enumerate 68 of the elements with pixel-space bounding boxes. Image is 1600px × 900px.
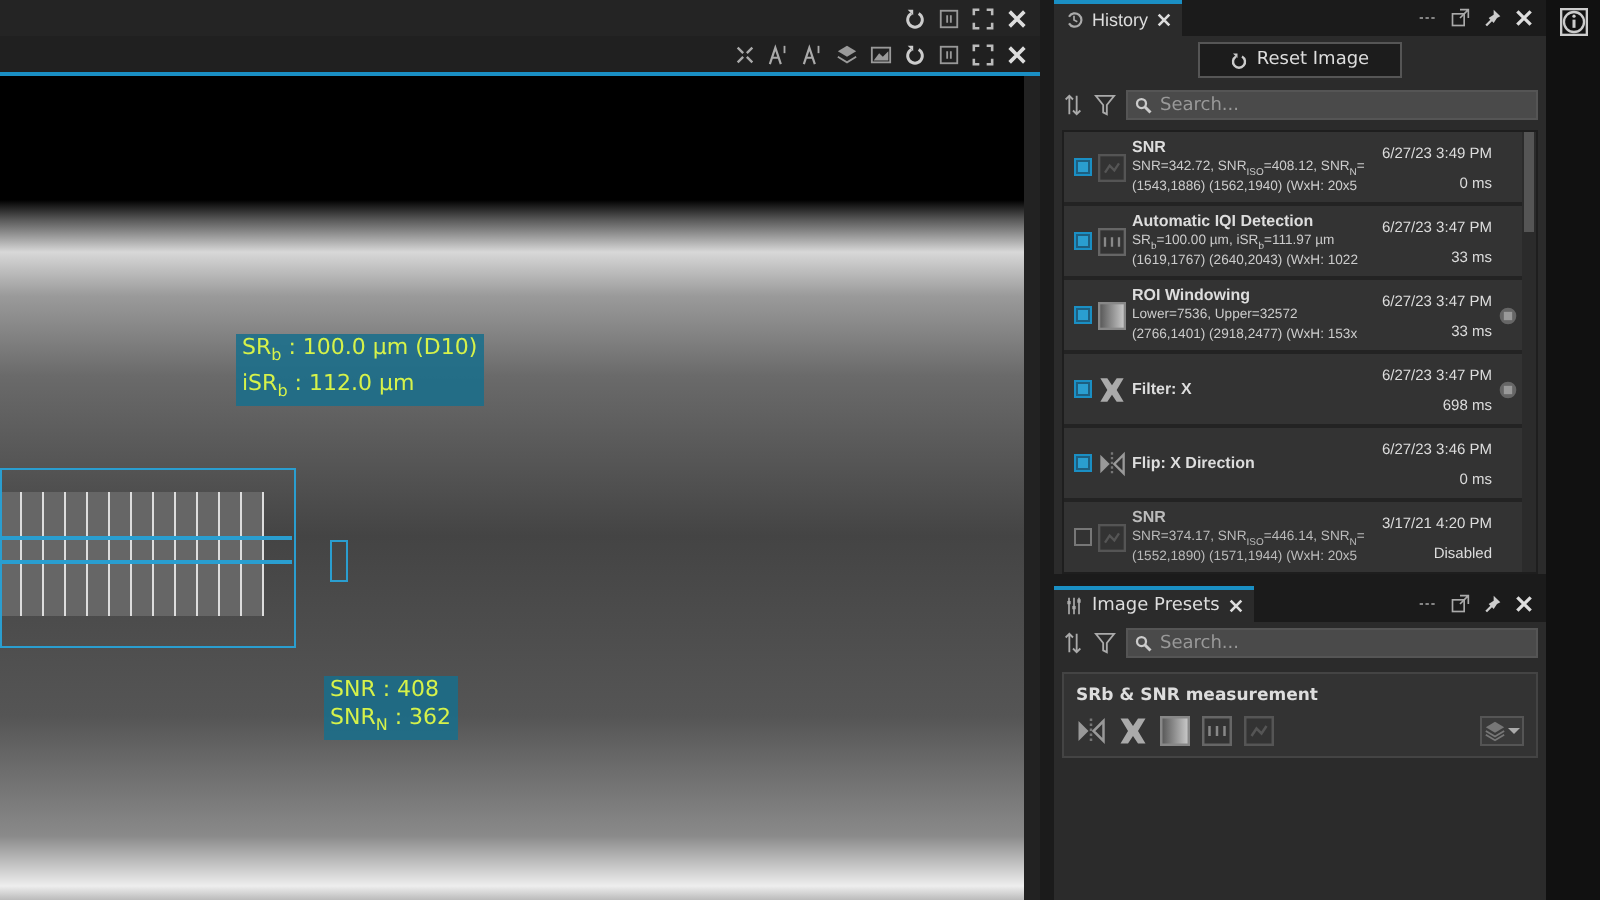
pin-icon[interactable] [1482, 594, 1502, 614]
crosshair-icon[interactable] [734, 43, 756, 65]
gradient-square-icon [1098, 301, 1126, 329]
checkbox[interactable] [1074, 232, 1092, 250]
iqi-tool-icon [1098, 227, 1126, 255]
panel-tab[interactable]: Image Presets [1054, 586, 1254, 622]
layers-icon[interactable] [836, 43, 858, 65]
gradient-square-icon [1160, 716, 1190, 746]
close-icon [1227, 598, 1244, 614]
filter-icon[interactable] [1094, 94, 1116, 116]
snr-tool-icon [1098, 153, 1126, 181]
checkbox[interactable] [1074, 306, 1092, 324]
fullscreen-icon[interactable] [972, 7, 994, 29]
pin-icon[interactable] [1482, 8, 1502, 28]
checkbox[interactable] [1074, 528, 1092, 546]
close-icon[interactable] [1006, 7, 1028, 29]
sort-icon[interactable] [1062, 632, 1084, 654]
reset-icon[interactable] [904, 7, 926, 29]
search-field[interactable]: Search... [1126, 628, 1538, 658]
scrollbar[interactable] [1024, 76, 1040, 900]
reset-icon [1230, 51, 1249, 69]
checkbox[interactable] [1074, 454, 1092, 472]
close-icon [1156, 12, 1173, 28]
filter-icon[interactable] [1094, 632, 1116, 654]
close-icon[interactable] [1006, 43, 1028, 65]
info-icon[interactable] [1559, 8, 1587, 36]
x-shape-icon [1098, 375, 1126, 403]
item-title: Automatic IQI Detection [1132, 212, 1316, 230]
pause-icon[interactable] [938, 43, 960, 65]
apply-dropdown[interactable] [1480, 716, 1524, 746]
measurement-label: SNR : 408 SNR$_{N}$ : 362 [324, 676, 458, 741]
layers-icon [1484, 720, 1506, 742]
sliders-icon [1064, 596, 1084, 616]
panel-tab[interactable]: History [1054, 0, 1183, 36]
x-shape-icon [1118, 716, 1148, 746]
font-size-icon[interactable] [802, 43, 824, 65]
preset-card[interactable]: SRb & SNR measurement [1062, 672, 1538, 758]
font-size-icon[interactable] [768, 43, 790, 65]
close-icon[interactable] [1514, 8, 1534, 28]
reset-icon[interactable] [904, 43, 926, 65]
checkbox[interactable] [1074, 380, 1092, 398]
snr-tool-icon [1098, 523, 1126, 551]
search-icon [1134, 634, 1152, 652]
popout-icon[interactable] [1450, 594, 1470, 614]
iqi-tool-icon [1202, 716, 1232, 746]
item-title: Filter: X [1132, 380, 1194, 398]
flip-icon [1076, 716, 1106, 746]
snr-tool-icon [1244, 716, 1274, 746]
item-title: SNR [1132, 508, 1168, 526]
history-icon [1064, 10, 1084, 30]
popout-icon[interactable] [1450, 8, 1470, 28]
flip-icon [1098, 449, 1126, 477]
preset-title: SRb & SNR measurement [1076, 686, 1320, 706]
reset-image-button[interactable]: Reset Image [1198, 42, 1402, 78]
search-field[interactable]: Search... [1126, 90, 1538, 120]
item-title: SNR [1132, 138, 1168, 156]
image-icon[interactable] [870, 43, 892, 65]
pause-icon[interactable] [938, 7, 960, 29]
scrollbar-thumb[interactable] [1524, 132, 1534, 232]
checkbox[interactable] [1074, 158, 1092, 176]
measurement-label: SR$_{b}$ : 100.0 µm (D10) iSR$_{b}$ : 112.0 µm [236, 334, 484, 407]
item-title: Flip: X Direction [1132, 454, 1257, 472]
close-icon[interactable] [1514, 594, 1534, 614]
item-title: ROI Windowing [1132, 286, 1253, 304]
snr-region-frame [330, 540, 348, 582]
search-icon [1134, 96, 1152, 114]
sort-icon[interactable] [1062, 94, 1084, 116]
fullscreen-icon[interactable] [972, 43, 994, 65]
